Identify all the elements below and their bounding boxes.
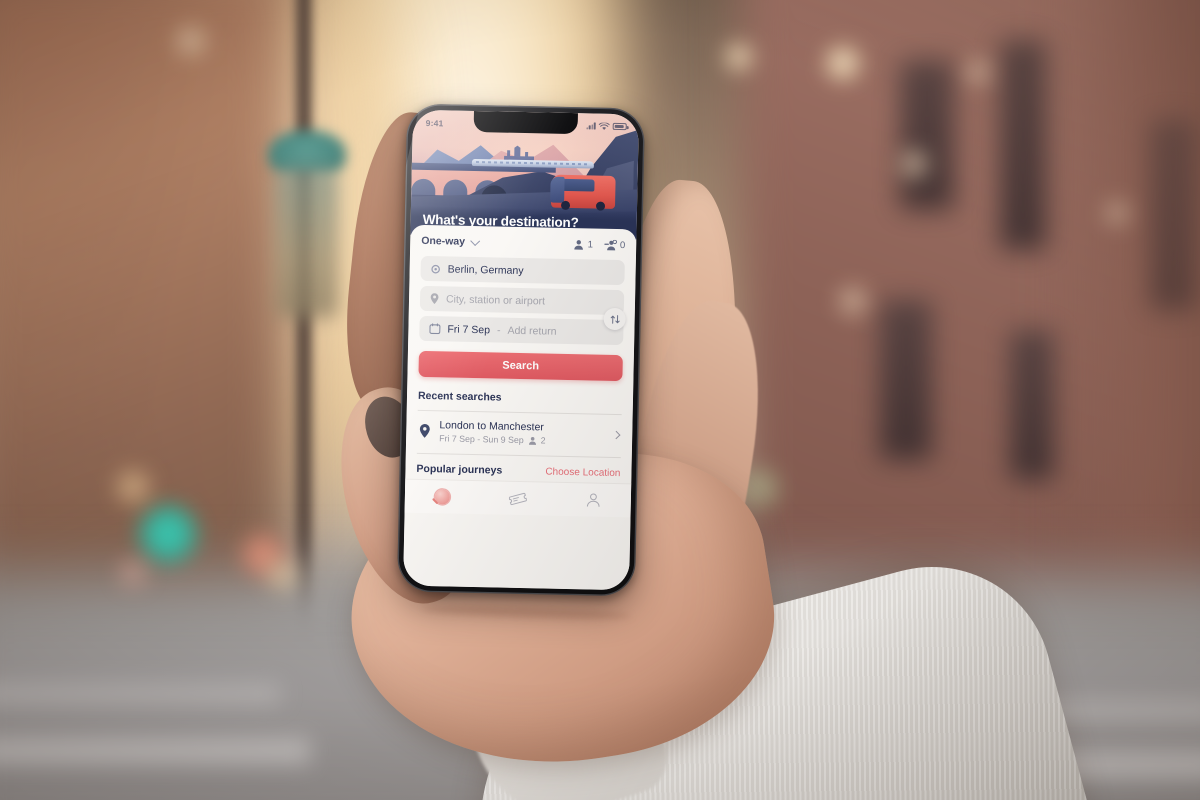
recent-search-item[interactable]: London to Manchester Fri 7 Sep - Sun 9 S… xyxy=(417,411,622,456)
search-button[interactable]: Search xyxy=(418,350,623,382)
recent-search-title: London to Manchester xyxy=(439,419,545,434)
device-notch xyxy=(473,110,578,135)
bus-windshield xyxy=(550,176,565,203)
search-card-header: One-way 1 0 xyxy=(421,235,625,251)
passenger-selectors: 1 0 xyxy=(574,238,626,251)
phone-screen: 9:41 What's your destination? One-way 1 … xyxy=(403,109,639,591)
adult-passenger-count: 1 xyxy=(587,238,594,250)
outbound-date-value: Fri 7 Sep xyxy=(447,322,491,336)
search-icon xyxy=(432,489,451,505)
recent-search-text: London to Manchester Fri 7 Sep - Sun 9 S… xyxy=(439,419,604,446)
tab-search[interactable] xyxy=(414,482,471,511)
tab-profile[interactable] xyxy=(565,485,622,514)
status-bar-time: 9:41 xyxy=(425,117,444,128)
bottom-tab-bar xyxy=(404,478,632,518)
coach-bus-icon xyxy=(550,174,616,211)
status-bar-indicators xyxy=(586,122,627,131)
chevron-right-icon xyxy=(611,430,621,440)
popular-journeys-row: Popular journeys Choose Location xyxy=(416,452,621,480)
smartphone-device: 9:41 What's your destination? One-way 1 … xyxy=(396,103,646,597)
date-field[interactable]: Fri 7 Sep - Add return xyxy=(419,315,624,346)
search-card: One-way 1 0 Berlin, Germany City, statio… xyxy=(403,224,637,591)
child-passenger-selector[interactable]: 0 xyxy=(604,239,626,251)
origin-value: Berlin, Germany xyxy=(447,262,524,277)
recent-searches-heading: Recent searches xyxy=(417,389,502,404)
child-passenger-icon xyxy=(604,239,617,250)
ticket-icon xyxy=(508,492,527,505)
choose-location-link[interactable]: Choose Location xyxy=(545,466,620,479)
profile-icon xyxy=(586,493,600,507)
wifi-icon xyxy=(598,122,610,130)
map-pin-icon xyxy=(419,424,430,438)
tab-tickets[interactable] xyxy=(490,484,547,513)
battery-icon xyxy=(612,122,627,131)
return-date-placeholder: Add return xyxy=(507,324,557,338)
destination-placeholder: City, station or airport xyxy=(445,292,546,307)
origin-circle-icon xyxy=(431,264,440,273)
adult-passenger-icon xyxy=(528,436,536,445)
origin-field[interactable]: Berlin, Germany xyxy=(420,255,625,286)
date-separator: - xyxy=(496,323,501,337)
recent-search-subtitle: Fri 7 Sep - Sun 9 Sep 2 xyxy=(439,433,604,446)
signal-bars-icon xyxy=(586,122,596,130)
swap-vertical-icon xyxy=(610,314,620,324)
palm-crease xyxy=(421,603,632,622)
destination-field[interactable]: City, station or airport xyxy=(419,285,626,331)
trip-type-selector[interactable]: One-way xyxy=(421,234,480,248)
popular-journeys-heading: Popular journeys xyxy=(416,462,503,477)
calendar-icon xyxy=(429,323,441,335)
map-pin-icon xyxy=(430,293,439,305)
recent-search-passenger-count: 2 xyxy=(540,435,546,446)
adult-passenger-selector[interactable]: 1 xyxy=(574,238,594,250)
chevron-down-icon xyxy=(470,235,480,246)
recent-search-dates: Fri 7 Sep - Sun 9 Sep xyxy=(439,433,524,446)
trip-type-label: One-way xyxy=(421,234,466,248)
child-passenger-count: 0 xyxy=(619,239,626,251)
adult-passenger-icon xyxy=(574,239,584,250)
